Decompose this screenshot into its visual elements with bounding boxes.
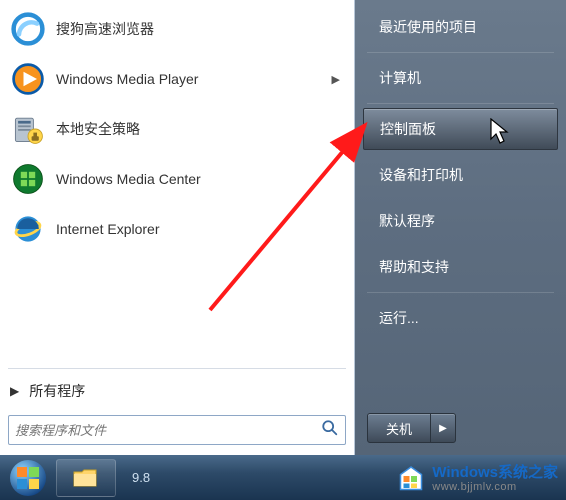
shutdown-button[interactable]: 关机 ▶ <box>367 413 456 443</box>
program-item-wmc[interactable]: Windows Media Center <box>0 154 354 204</box>
search-input[interactable] <box>15 423 321 438</box>
shutdown-label: 关机 <box>368 414 431 442</box>
search-box[interactable] <box>8 415 346 445</box>
program-item-sogou[interactable]: 搜狗高速浏览器 <box>0 4 354 54</box>
program-list: 搜狗高速浏览器 Windows Media Player ▶ <box>0 0 354 364</box>
shutdown-options-arrow-icon[interactable]: ▶ <box>431 423 455 434</box>
separator <box>8 368 346 369</box>
secpol-icon <box>8 109 48 149</box>
right-item-devices-printers[interactable]: 设备和打印机 <box>363 154 558 196</box>
right-item-computer[interactable]: 计算机 <box>363 57 558 99</box>
program-item-secpol[interactable]: 本地安全策略 <box>0 104 354 154</box>
right-item-label: 运行... <box>379 308 419 328</box>
start-menu: 搜狗高速浏览器 Windows Media Player ▶ <box>0 0 566 455</box>
wmp-icon <box>8 59 48 99</box>
watermark-url: www.bjjmlv.com <box>432 481 558 493</box>
right-item-run[interactable]: 运行... <box>363 297 558 339</box>
shutdown-row: 关机 ▶ <box>355 403 566 455</box>
right-item-label: 默认程序 <box>379 211 435 231</box>
separator <box>367 52 554 53</box>
right-item-label: 设备和打印机 <box>379 165 463 185</box>
program-label: 搜狗高速浏览器 <box>56 19 346 39</box>
submenu-arrow-icon: ▶ <box>332 73 340 86</box>
program-label: 本地安全策略 <box>56 119 346 139</box>
program-label: Windows Media Center <box>56 171 346 187</box>
separator <box>367 292 554 293</box>
program-item-wmp[interactable]: Windows Media Player ▶ <box>0 54 354 104</box>
all-programs-label: 所有程序 <box>29 381 85 401</box>
program-item-ie[interactable]: Internet Explorer <box>0 204 354 254</box>
program-label: Internet Explorer <box>56 221 346 237</box>
right-item-default-programs[interactable]: 默认程序 <box>363 200 558 242</box>
sogou-browser-icon <box>8 9 48 49</box>
right-item-control-panel[interactable]: 控制面板 <box>363 108 558 150</box>
triangle-right-icon: ▶ <box>10 384 19 398</box>
start-orb-icon[interactable] <box>6 458 50 498</box>
taskbar-item-explorer[interactable] <box>56 459 116 497</box>
right-item-recent[interactable]: 最近使用的项目 <box>363 6 558 48</box>
taskbar-version-text: 9.8 <box>132 470 150 485</box>
wmc-icon <box>8 159 48 199</box>
watermark: Windows系统之家 www.bjjmlv.com <box>396 464 558 494</box>
program-label: Windows Media Player <box>56 71 332 87</box>
right-item-help[interactable]: 帮助和支持 <box>363 246 558 288</box>
right-item-label: 帮助和支持 <box>379 257 449 277</box>
search-icon <box>321 419 339 442</box>
watermark-text: Windows系统之家 www.bjjmlv.com <box>432 465 558 494</box>
separator <box>367 103 554 104</box>
start-menu-left-panel: 搜狗高速浏览器 Windows Media Player ▶ <box>0 0 355 455</box>
right-item-label: 控制面板 <box>380 119 436 139</box>
search-row <box>0 409 354 455</box>
watermark-title: Windows系统之家 <box>432 465 558 482</box>
right-item-label: 计算机 <box>379 68 421 88</box>
all-programs-button[interactable]: ▶ 所有程序 <box>0 373 354 409</box>
start-menu-right-panel: 最近使用的项目 计算机 控制面板 设备和打印机 默认程序 帮助和支持 运行...… <box>355 0 566 455</box>
watermark-logo-icon <box>396 464 426 494</box>
ie-icon <box>8 209 48 249</box>
right-item-label: 最近使用的项目 <box>379 17 477 37</box>
